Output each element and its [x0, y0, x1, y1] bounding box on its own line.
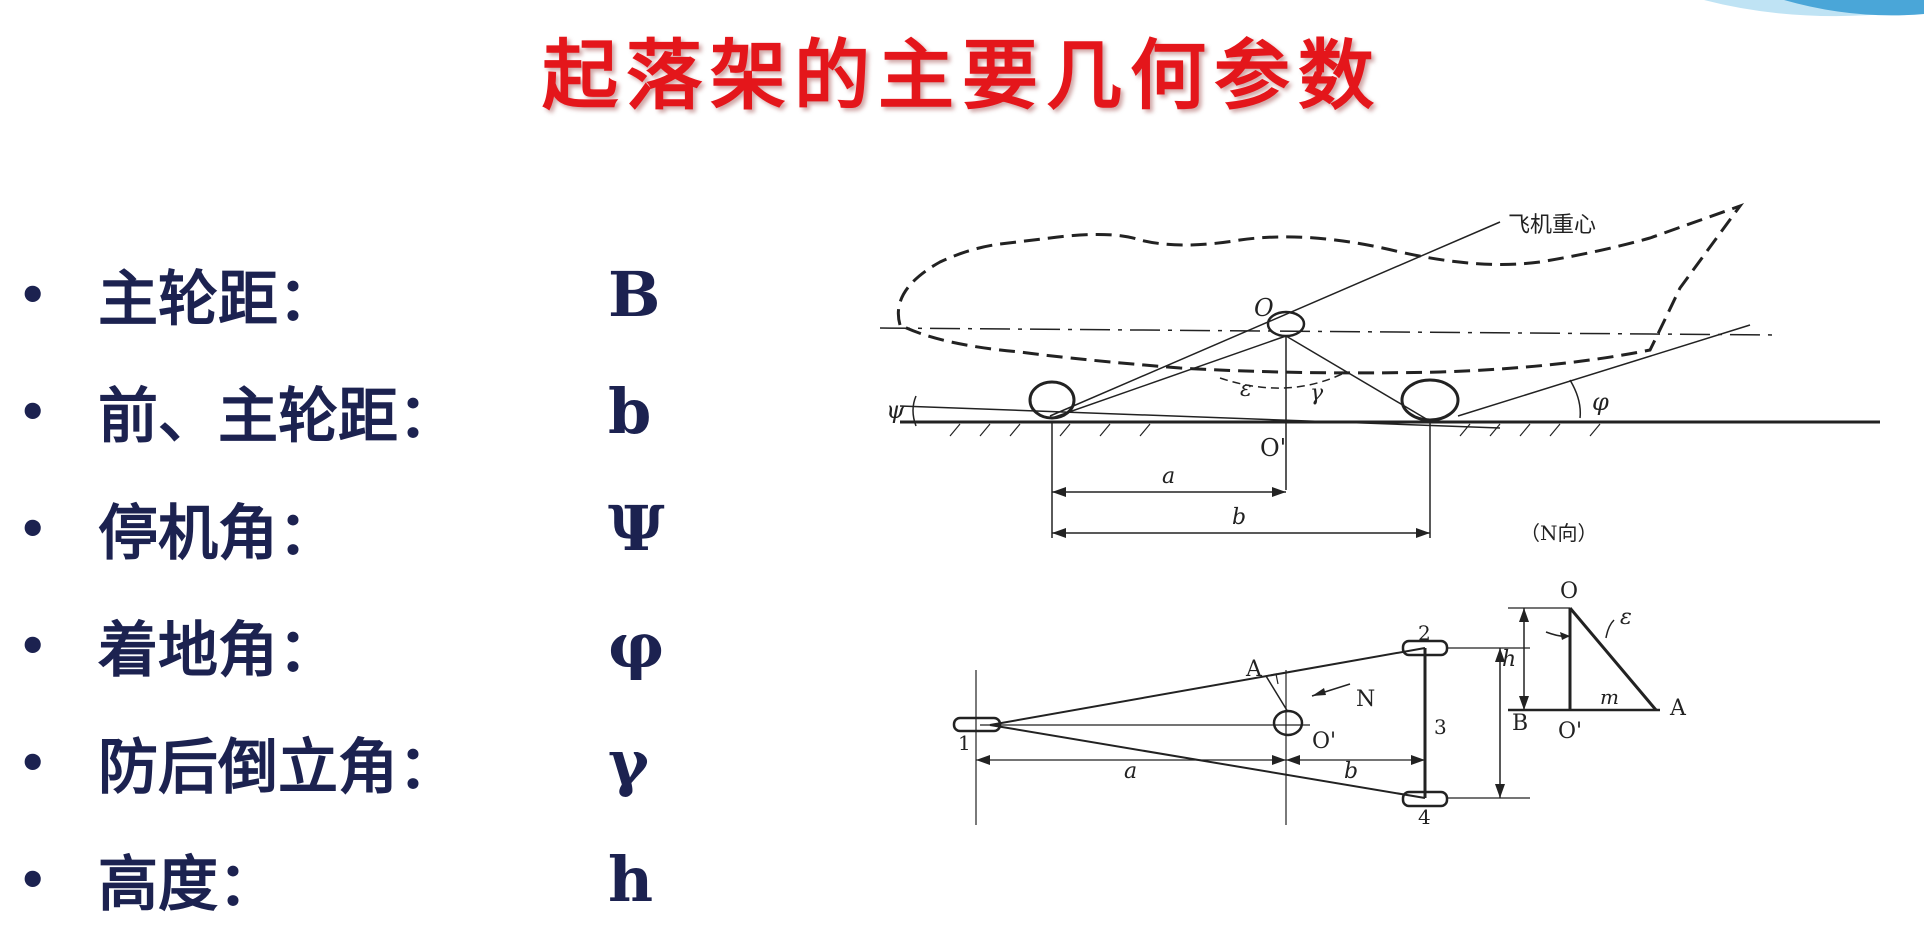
- landing-gear-diagram: 飞机重心 O O' ψ φ ε γ a b 1 2 3 4 A N O' a b…: [880, 202, 1880, 829]
- param-symbol: b: [608, 375, 652, 448]
- plan-dim-b-label: b: [1344, 759, 1358, 784]
- param-label: 前、主轮距：: [98, 382, 458, 452]
- plan-side-lower: [989, 724, 1426, 799]
- main-wheel: [1400, 378, 1460, 422]
- o-to-main-wheel-line: [1285, 335, 1429, 421]
- bullet: •: [18, 735, 48, 790]
- side-view: [880, 202, 1880, 538]
- plan-dim-B-label: B: [1512, 711, 1528, 736]
- psi-label: ψ: [886, 396, 906, 424]
- epsilon-label: ε: [1240, 377, 1252, 402]
- param-item-landing-angle: • 着地角： φ: [18, 587, 665, 704]
- wheel-1-label: 1: [958, 731, 971, 755]
- bullet: •: [18, 852, 48, 907]
- parameter-list: • 主轮距： B • 前、主轮距： b • 停机角： Ψ • 着地角： φ • …: [18, 236, 665, 938]
- param-label: 着地角：: [98, 616, 338, 686]
- n-view-epsilon-arc: [1605, 619, 1615, 639]
- gamma-label: γ: [1310, 381, 1324, 406]
- wheel-3-label: 3: [1434, 715, 1447, 739]
- param-item-tipback-angle: • 防后倒立角： γ: [18, 704, 665, 821]
- o-label: O: [1254, 294, 1274, 322]
- n-view-o-label: O: [1560, 579, 1578, 604]
- n-view-m-label: m: [1600, 685, 1619, 709]
- bullet: •: [18, 501, 48, 556]
- plan-dim-a-label: a: [1124, 759, 1137, 784]
- phi-label: φ: [1592, 388, 1609, 416]
- plan-o-prime-label: O': [1312, 729, 1336, 754]
- param-item-main-wheel-track: • 主轮距： B: [18, 236, 665, 353]
- phi-angle-arc: [1569, 379, 1582, 419]
- param-label: 主轮距：: [98, 265, 338, 335]
- wheel-4-label: 4: [1418, 805, 1431, 829]
- fuselage-centerline: [880, 327, 1781, 336]
- epsilon-gamma-arc: [1219, 373, 1343, 389]
- n-view-o-prime-label: O': [1558, 719, 1582, 744]
- cg-label: 飞机重心: [1508, 213, 1596, 238]
- param-symbol: h: [608, 843, 654, 916]
- plan-cg-circle: [1272, 709, 1304, 737]
- n-view-caption: （N向）: [1520, 521, 1598, 545]
- param-item-parking-angle: • 停机角： Ψ: [18, 470, 665, 587]
- param-symbol: B: [608, 258, 661, 331]
- o-prime-label: O': [1260, 434, 1286, 462]
- cg-leader-line: [1049, 221, 1501, 417]
- dim-a-label: a: [1162, 464, 1175, 489]
- n-label: N: [1356, 687, 1375, 712]
- bullet: •: [18, 618, 48, 673]
- param-label: 停机角：: [98, 499, 338, 569]
- param-symbol: γ: [608, 726, 649, 799]
- slide-title: 起落架的主要几何参数: [542, 31, 1382, 120]
- bullet: •: [18, 267, 48, 322]
- a-point-label: A: [1245, 657, 1263, 682]
- dim-b-label: b: [1232, 505, 1246, 530]
- n-view-h-label: h: [1502, 647, 1516, 672]
- param-label: 高度：: [98, 850, 278, 920]
- n-view-a-label: A: [1669, 696, 1687, 721]
- param-label: 防后倒立角：: [98, 733, 458, 803]
- param-symbol: Ψ: [608, 492, 665, 565]
- param-item-height: • 高度： h: [18, 821, 665, 938]
- fuselage-outline: [896, 202, 1745, 375]
- param-item-wheelbase: • 前、主轮距： b: [18, 353, 665, 470]
- n-view-epsilon-label: ε: [1620, 605, 1632, 630]
- bullet: •: [18, 384, 48, 439]
- param-symbol: φ: [608, 609, 665, 682]
- wheel-2-label: 2: [1418, 621, 1431, 645]
